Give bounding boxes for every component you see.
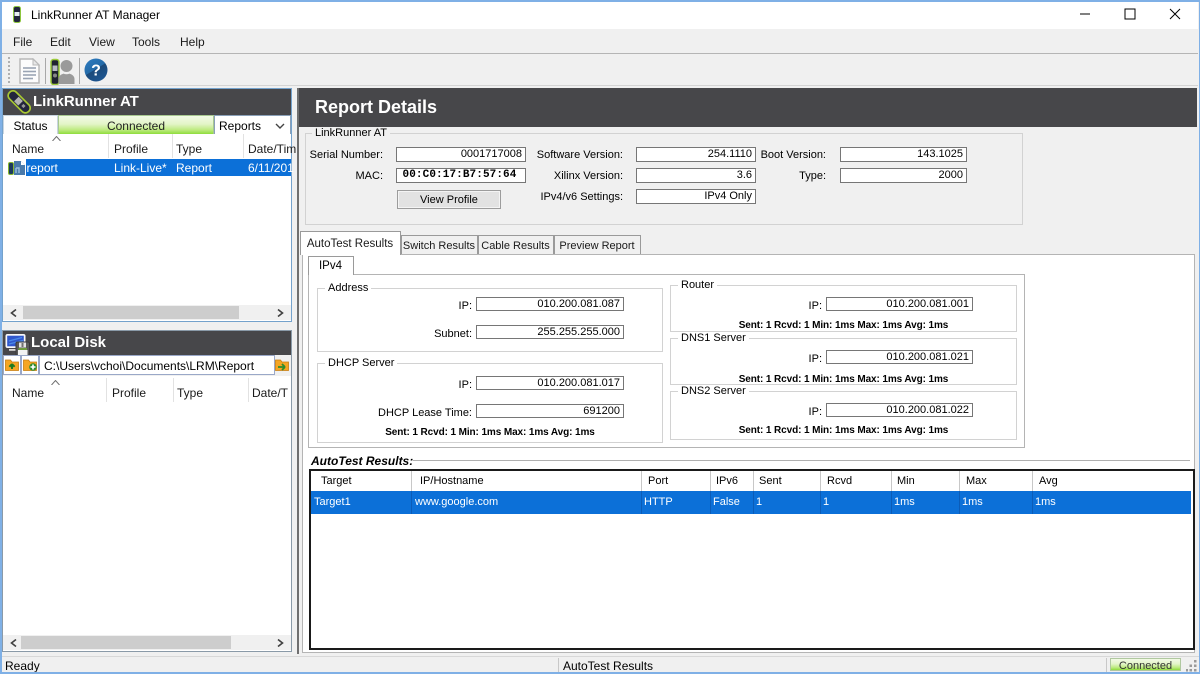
svg-text:?: ? xyxy=(91,63,101,80)
